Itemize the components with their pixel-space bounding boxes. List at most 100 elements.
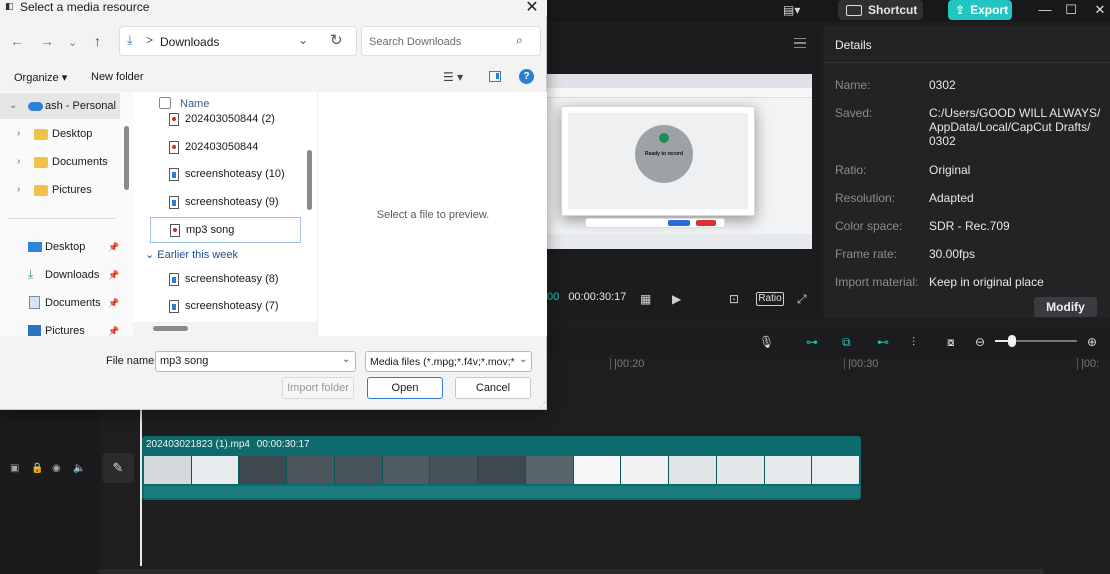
list-item[interactable]: 202403050844 — [150, 135, 300, 161]
preview-pane-icon[interactable] — [489, 71, 501, 82]
microphone-icon[interactable]: 🎙 — [759, 335, 774, 349]
split-icon[interactable]: ⫶ — [912, 335, 915, 350]
lock-icon[interactable]: 🔒 — [31, 463, 43, 474]
keyboard-icon — [846, 4, 862, 16]
folder-icon — [34, 157, 48, 168]
file-name-label: File name: — [106, 355, 158, 367]
file-dialog: ◧ Select a media resource ✕ ← → ⌄ ↑ ⤓ > … — [0, 0, 547, 410]
up-icon[interactable]: ↑ — [94, 33, 101, 49]
chevron-down-icon[interactable]: ⌄ — [519, 354, 527, 365]
minimize-icon[interactable]: — — [1037, 2, 1053, 17]
auto-snap-icon[interactable]: ⧉ — [842, 335, 851, 350]
zoom-in-icon[interactable]: ⊕ — [1087, 335, 1097, 349]
breadcrumb-location[interactable]: Downloads — [160, 35, 219, 49]
refresh-icon[interactable]: ↻ — [330, 31, 343, 49]
document-file-icon — [169, 300, 179, 313]
chevron-right-icon[interactable]: › — [17, 128, 20, 139]
list-item[interactable]: screenshoteasy (9) — [150, 190, 300, 216]
help-icon[interactable]: ? — [519, 69, 534, 84]
chevron-right-icon[interactable]: › — [17, 156, 20, 167]
view-options-icon[interactable]: ☰ ▾ — [443, 70, 463, 84]
magnet-icon[interactable]: ⊶ — [806, 335, 818, 349]
cancel-button[interactable]: Cancel — [455, 377, 531, 399]
new-folder-button[interactable]: New folder — [91, 71, 144, 83]
onedrive-icon — [28, 102, 43, 111]
pin-icon[interactable]: 📌 — [108, 298, 119, 309]
pin-icon[interactable]: 📌 — [108, 270, 119, 281]
file-list-horizontal-scrollbar[interactable] — [153, 326, 188, 331]
search-icon: ⌕ — [516, 33, 523, 47]
desktop-icon — [28, 242, 42, 252]
nav-scrollbar[interactable] — [124, 126, 129, 190]
fit-zoom-icon[interactable]: ⊡ — [729, 292, 739, 306]
ruler-tick: |00:20 — [609, 358, 645, 370]
quick-access-pictures[interactable]: Pictures — [45, 325, 85, 336]
edit-cover-button[interactable]: ✎ — [102, 453, 134, 483]
quick-access-documents[interactable]: Documents — [45, 297, 101, 309]
list-item[interactable]: screenshoteasy (10) — [150, 162, 300, 188]
export-button[interactable]: ⇪ Export — [948, 0, 1012, 20]
nav-item-desktop[interactable]: Desktop — [52, 128, 92, 140]
close-icon[interactable]: ✕ — [522, 0, 542, 17]
quick-access-downloads[interactable]: Downloads — [45, 269, 99, 281]
organize-button[interactable]: Organize ▾ — [14, 71, 67, 84]
list-item[interactable]: 202403050844 (2) — [150, 107, 300, 133]
modify-button[interactable]: Modify — [1034, 297, 1097, 317]
pin-icon[interactable]: 📌 — [108, 242, 119, 253]
preview-axis-icon[interactable]: ⧇ — [947, 335, 955, 350]
list-item[interactable]: screenshoteasy (8) — [150, 267, 300, 293]
search-placeholder: Search Downloads — [369, 36, 462, 48]
video-clip[interactable]: 202403021823 (1).mp4 00:00:30:17 — [142, 436, 861, 500]
pencil-icon: ✎ — [112, 460, 124, 475]
timecode: 00 00:00:30:17 — [547, 291, 626, 303]
ratio-button[interactable]: Ratio — [756, 292, 784, 306]
cover-icon[interactable]: ▣ — [10, 463, 19, 474]
zoom-out-icon[interactable]: ⊖ — [975, 335, 985, 349]
nav-item-pictures[interactable]: Pictures — [52, 184, 92, 196]
nav-item-documents[interactable]: Documents — [52, 156, 108, 168]
import-folder-button[interactable]: Import folder — [282, 377, 354, 399]
documents-icon — [29, 296, 40, 309]
timeline-scrollbar[interactable] — [98, 569, 1044, 574]
folder-icon — [34, 129, 48, 140]
layout-icon[interactable]: ▤▾ — [783, 3, 805, 17]
nav-item-onedrive[interactable]: ash - Personal — [45, 100, 116, 112]
shortcut-button[interactable]: Shortcut — [838, 0, 923, 20]
zoom-slider-knob[interactable] — [1008, 335, 1016, 347]
chevron-right-icon[interactable]: › — [17, 184, 20, 195]
list-item[interactable]: screenshoteasy (7) — [150, 294, 300, 320]
playhead[interactable] — [140, 410, 142, 566]
back-icon[interactable]: ← — [10, 33, 24, 49]
forward-icon[interactable]: → — [40, 33, 54, 49]
fullscreen-icon[interactable]: ⤢ — [797, 292, 807, 307]
ruler-tick: |00: — [1076, 358, 1100, 370]
file-type-value: Media files (*.mpg;*.f4v;*.mov;* — [370, 356, 515, 368]
search-input[interactable]: Search Downloads ⌕ — [361, 26, 541, 56]
open-button[interactable]: Open — [367, 377, 443, 399]
resize-grip-icon[interactable]: ⋰ — [539, 401, 546, 409]
total-time: 00:00:30:17 — [568, 291, 627, 303]
file-type-select[interactable]: Media files (*.mpg;*.f4v;*.mov;* ⌄ — [365, 351, 532, 372]
audio-icon[interactable]: 🔈 — [73, 463, 85, 474]
linkage-icon[interactable]: ⊷ — [877, 335, 889, 349]
player-menu-icon[interactable] — [794, 38, 806, 48]
file-list-vertical-scrollbar[interactable] — [307, 150, 312, 210]
address-dropdown-icon[interactable]: ⌄ — [298, 33, 308, 47]
details-panel: Details Name: 0302 Saved: C:/Users/GOOD … — [824, 26, 1110, 318]
pin-icon[interactable]: 📌 — [108, 326, 119, 336]
file-name-input[interactable]: mp3 song ⌄ — [155, 351, 356, 372]
quick-access-desktop[interactable]: Desktop — [45, 241, 85, 253]
recent-locations-icon[interactable]: ⌄ — [68, 36, 77, 49]
list-item-selected[interactable]: mp3 song — [150, 217, 301, 243]
close-window-icon[interactable]: ✕ — [1092, 2, 1108, 18]
maximize-icon[interactable]: ☐ — [1063, 2, 1079, 18]
chevron-down-icon[interactable]: ⌄ — [342, 354, 350, 365]
chevron-down-icon[interactable]: ⌄ — [9, 100, 17, 111]
address-bar[interactable]: ⤓ > Downloads ⌄ ↻ — [119, 26, 357, 56]
navigation-pane: ⌄ ash - Personal › Desktop › Documents ›… — [0, 92, 133, 336]
group-header-earlier-this-week[interactable]: ⌄ Earlier this week — [145, 248, 238, 261]
play-icon[interactable]: ▶ — [672, 292, 681, 306]
media-file-icon — [169, 141, 179, 154]
timeline-bars-icon[interactable]: ▦ — [640, 292, 651, 306]
eye-icon[interactable]: ◉ — [52, 463, 61, 474]
